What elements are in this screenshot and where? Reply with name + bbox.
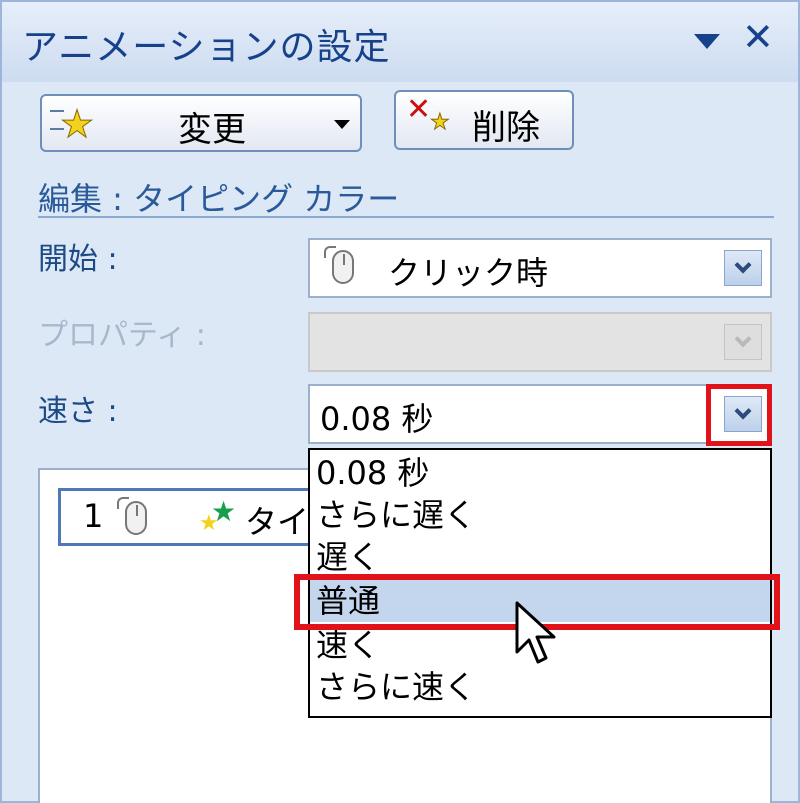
effect-section-title: 編集 : タイピング カラー — [38, 180, 400, 218]
list-item-number: 1 — [83, 497, 104, 535]
property-select — [308, 312, 772, 372]
close-icon[interactable]: ✕ — [742, 18, 774, 56]
change-button[interactable]: ★ 変更 — [40, 94, 362, 152]
chevron-down-icon — [734, 256, 752, 274]
start-label: 開始 : — [38, 242, 118, 277]
speed-option[interactable]: 0.08 秒 — [310, 452, 770, 494]
star-icon: ★ — [211, 495, 237, 528]
property-select-dropdown-button — [724, 324, 762, 360]
pane-titlebar: アニメーションの設定 ✕ — [2, 2, 798, 82]
speed-dropdown-highlight — [706, 384, 772, 446]
pane-title: アニメーションの設定 — [22, 27, 391, 68]
star-icon: ★ — [430, 110, 451, 136]
speed-option[interactable]: 遅く — [310, 536, 770, 578]
start-select-value: クリック時 — [388, 254, 549, 292]
x-icon: ✕ — [406, 92, 432, 127]
delete-button-label: 削除 — [472, 108, 540, 148]
mouse-icon — [117, 497, 147, 535]
delete-button[interactable]: ✕ ★ 削除 — [394, 90, 574, 150]
chevron-down-icon — [734, 330, 752, 348]
chevron-down-icon — [334, 120, 350, 129]
pointer-cursor-icon — [515, 601, 556, 664]
change-button-label: 変更 — [178, 110, 246, 150]
section-divider — [38, 216, 774, 218]
star-icon: ★ — [59, 102, 95, 147]
speed-option[interactable]: さらに速く — [310, 666, 770, 708]
speed-select[interactable]: 0.08 秒 — [308, 384, 772, 444]
start-select[interactable]: クリック時 — [308, 238, 772, 298]
speed-label: 速さ : — [38, 394, 118, 429]
mouse-icon — [324, 246, 354, 284]
speed-select-value: 0.08 秒 — [320, 400, 434, 438]
start-select-dropdown-button[interactable] — [724, 250, 762, 286]
menu-arrow-icon[interactable] — [694, 34, 720, 49]
speed-option[interactable]: さらに遅く — [310, 494, 770, 536]
property-label: プロパティ : — [38, 318, 206, 353]
custom-animation-pane: アニメーションの設定 ✕ ★ 変更 ✕ ★ 削除 編集 : タイピング カラー … — [0, 0, 800, 803]
